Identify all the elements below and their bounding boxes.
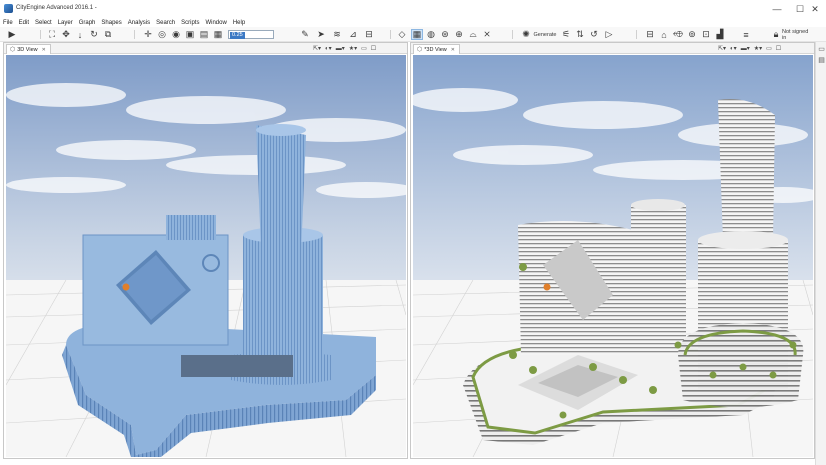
network-icon[interactable]: ⌓ [467,29,479,40]
maximize-view-icon[interactable]: ☐ [371,45,376,52]
menu-bar: File Edit Select Layer Graph Shapes Anal… [0,18,826,27]
viewport-header-left: ⬡ 3D View ✕ ⇱▾ ◐▾ ▬▾ ★▾ ▭ ☐ [4,43,407,54]
viewport-header-right: ⬡ *3D View ✕ ⇱▾ ◐▾ ▬▾ ★▾ ▭ ☐ [411,43,814,54]
scale-icon[interactable]: ↓ [74,29,86,40]
globe-icon[interactable]: ◍ [425,29,437,40]
lock-icon[interactable]: 🔒︎ [770,29,782,40]
generate-button[interactable]: Generate [534,29,557,40]
orbit-icon[interactable]: ◉ [170,29,182,40]
menu-search[interactable]: Search [156,20,175,26]
value-field-text: 0.25 [230,32,245,39]
dimension-icon[interactable]: ⬲ [672,29,684,40]
bookmark-menu-icon[interactable]: ★▾ [349,45,357,52]
move-icon[interactable]: ✥ [60,29,72,40]
camera-menu-icon[interactable]: ⇱▾ [313,45,321,52]
menu-help[interactable]: Help [233,20,245,26]
menu-shapes[interactable]: Shapes [101,20,121,26]
display-menu-icon[interactable]: ◐▾ [325,45,332,52]
menu-graph[interactable]: Graph [79,20,96,26]
lasso-icon[interactable]: ⊕ [453,29,465,40]
terrain-icon[interactable]: ⊿ [346,29,360,40]
view-toolbar-left: ⇱▾ ◐▾ ▬▾ ★▾ ▭ ☐ [309,44,376,53]
cloud-icon[interactable]: ⊛ [439,29,451,40]
ruler-icon[interactable]: ⊟ [643,29,657,40]
minimize-button[interactable]: — [766,2,788,16]
menu-select[interactable]: Select [35,20,52,26]
navigate-icon[interactable]: ✛ [142,29,154,40]
viewport-panel-left: ⬡ 3D View ✕ ⇱▾ ◐▾ ▬▾ ★▾ ▭ ☐ [3,42,408,459]
tab-label: 3D View [17,46,38,53]
viewport-panel-right: ⬡ *3D View ✕ ⇱▾ ◐▾ ▬▾ ★▾ ▭ ☐ [410,42,815,459]
menu-edit[interactable]: Edit [19,20,29,26]
layers-icon[interactable]: ≡ [740,29,752,40]
window-title: CityEngine Advanced 2016.1 - [16,5,97,11]
view-toolbar-right: ⇱▾ ◐▾ ▬▾ ★▾ ▭ ☐ [714,44,781,53]
right-sidebar: ▭ ▤ [815,42,826,465]
menu-analysis[interactable]: Analysis [128,20,150,26]
viewport-3d-right[interactable] [413,55,813,457]
layer-menu-icon[interactable]: ▬▾ [741,45,750,52]
view-icon[interactable]: ▣ [184,29,196,40]
cube-icon: ⬡ [10,47,16,53]
menu-window[interactable]: Window [205,20,226,26]
cube-icon: ⬡ [417,47,423,53]
eraser-icon[interactable]: ◇ [396,29,408,40]
shape-icon[interactable]: ▤ [198,29,210,40]
cityengine-logo-icon [4,4,13,13]
chart-icon[interactable]: ⇅ [574,29,586,40]
brush-icon[interactable]: ➤ [314,29,328,40]
generate-icon[interactable]: ✺ [520,29,532,40]
tab-3d-view[interactable]: ⬡ 3D View ✕ [6,44,51,54]
graph-icon[interactable]: ⚟ [560,29,572,40]
tab-3d-view-modified[interactable]: ⬡ *3D View ✕ [413,44,460,54]
value-field[interactable]: 0.25 [228,30,274,39]
stats-icon[interactable]: ▟ [714,29,726,40]
grid-icon[interactable]: ▦ [411,29,423,40]
tab-label: *3D View [424,46,447,53]
minimize-view-icon[interactable]: ▭ [361,45,367,52]
bridge-icon[interactable]: ⌂ [658,29,670,40]
menu-scripts[interactable]: Scripts [181,20,199,26]
polygon-tool-icon[interactable]: ▦ [212,29,224,40]
menu-file[interactable]: File [3,20,13,26]
close-button[interactable]: ✕ [804,2,826,16]
viewport-3d-left[interactable] [6,55,406,457]
layer-menu-icon[interactable]: ▬▾ [336,45,345,52]
bookmark-menu-icon[interactable]: ★▾ [754,45,762,52]
main-toolbar: ▶ ⛶ ✥ ↓ ↻ ⧉ ✛ ◎ ◉ ▣ ▤ ▦ ✎ ➤ ≋ ⊿ ⊟ ◇ ▦ ◍ … [0,27,826,42]
minimize-panel-icon[interactable]: ▭ [818,46,825,53]
close-icon[interactable]: ✕ [42,47,46,53]
display-menu-icon[interactable]: ◐▾ [730,45,737,52]
maximize-view-icon[interactable]: ☐ [776,45,781,52]
rotate-icon[interactable]: ↻ [88,29,100,40]
play-icon[interactable]: ▷ [603,29,615,40]
undo-icon[interactable]: ↺ [588,29,600,40]
title-bar: CityEngine Advanced 2016.1 - — ☐ ✕ [0,0,826,18]
select-tool-icon[interactable]: ▶ [6,29,18,40]
eye-icon[interactable]: ⊡ [700,29,712,40]
menu-layer[interactable]: Layer [58,20,73,26]
transform-icon[interactable]: ⧉ [102,29,114,40]
frame-icon[interactable]: ⛶ [46,29,58,40]
cleanup-icon[interactable]: ⨯ [481,29,493,40]
minimize-view-icon[interactable]: ▭ [766,45,772,52]
camera-menu-icon[interactable]: ⇱▾ [718,45,726,52]
panel-list-icon[interactable]: ▤ [818,57,825,64]
camera-icon[interactable]: ◎ [156,29,168,40]
measure-icon[interactable]: ⊟ [362,29,376,40]
target-icon[interactable]: ⊚ [686,29,698,40]
account-status[interactable]: Not signed in [782,29,814,41]
close-icon[interactable]: ✕ [451,47,455,53]
street-tool-icon[interactable]: ✎ [298,29,312,40]
draw-icon[interactable]: ≋ [330,29,344,40]
